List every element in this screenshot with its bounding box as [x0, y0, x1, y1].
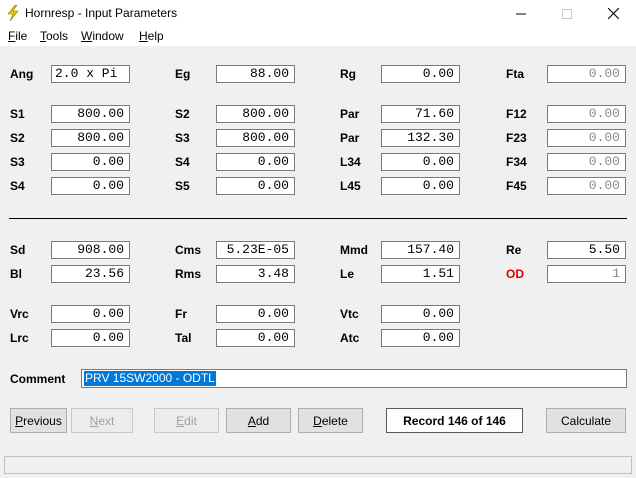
menu-bar: File Tools Window Help [0, 27, 636, 47]
rg-label: Rg [340, 67, 356, 81]
ang-label: Ang [10, 67, 34, 81]
f45-field[interactable]: 0.00 [547, 177, 626, 195]
lightning-icon [7, 5, 19, 21]
tal-field[interactable]: 0.00 [216, 329, 295, 347]
eg-label: Eg [175, 67, 191, 81]
tal-label: Tal [175, 331, 192, 345]
rms-field[interactable]: 3.48 [216, 265, 295, 283]
le-field[interactable]: 1.51 [381, 265, 460, 283]
menu-help[interactable]: Help [139, 29, 164, 43]
minimize-icon [516, 13, 526, 14]
delete-button[interactable]: Delete [298, 408, 363, 433]
s3-field[interactable]: 800.00 [216, 129, 295, 147]
re-field[interactable]: 5.50 [547, 241, 626, 259]
f12-field[interactable]: 0.00 [547, 105, 626, 123]
l45-field[interactable]: 0.00 [381, 177, 460, 195]
s2-field[interactable]: 800.00 [216, 105, 295, 123]
mmd-label: Mmd [340, 243, 368, 257]
s3-label: S3 [175, 131, 190, 145]
par1-label: Par [340, 107, 360, 121]
par1-field[interactable]: 71.60 [381, 105, 460, 123]
s4-field[interactable]: 0.00 [216, 153, 295, 171]
ang-field[interactable]: 2.0 x Pi [51, 65, 130, 83]
cms-label: Cms [175, 243, 202, 257]
s5-field[interactable]: 0.00 [216, 177, 295, 195]
fta-label: Fta [506, 67, 524, 81]
record-indicator: Record 146 of 146 [386, 408, 523, 433]
close-button[interactable] [590, 0, 636, 27]
comment-label: Comment [10, 372, 66, 386]
s4-label: S4 [175, 155, 190, 169]
bl-label: Bl [10, 267, 22, 281]
vtc-field[interactable]: 0.00 [381, 305, 460, 323]
eg-field[interactable]: 88.00 [216, 65, 295, 83]
maximize-button[interactable] [544, 0, 590, 27]
fr-label: Fr [175, 307, 187, 321]
close-icon [607, 8, 619, 19]
s2b-field[interactable]: 800.00 [51, 129, 130, 147]
l34-label: L34 [340, 155, 361, 169]
f34-field[interactable]: 0.00 [547, 153, 626, 171]
f45-label: F45 [506, 179, 527, 193]
maximize-icon [562, 8, 572, 19]
vrc-label: Vrc [10, 307, 29, 321]
atc-field[interactable]: 0.00 [381, 329, 460, 347]
od-label: OD [506, 267, 524, 281]
add-button[interactable]: Add [226, 408, 291, 433]
comment-selected-text: PRV 15SW2000 - ODTL [84, 371, 216, 386]
le-label: Le [340, 267, 355, 281]
minimize-button[interactable] [498, 0, 544, 27]
menu-window[interactable]: Window [81, 29, 124, 43]
re-label: Re [506, 243, 522, 257]
s2b-label: S2 [10, 131, 25, 145]
cms-field[interactable]: 5.23E-05 [216, 241, 295, 259]
s1-field[interactable]: 800.00 [51, 105, 130, 123]
sd-label: Sd [10, 243, 26, 257]
menu-file[interactable]: File [8, 29, 27, 43]
edit-button[interactable]: Edit [154, 408, 219, 433]
s3b-label: S3 [10, 155, 25, 169]
lrc-label: Lrc [10, 331, 29, 345]
f34-label: F34 [506, 155, 527, 169]
l34-field[interactable]: 0.00 [381, 153, 460, 171]
menu-tools[interactable]: Tools [40, 29, 68, 43]
s4b-label: S4 [10, 179, 25, 193]
next-button[interactable]: Next [71, 408, 133, 433]
atc-label: Atc [340, 331, 360, 345]
par2-field[interactable]: 132.30 [381, 129, 460, 147]
s3b-field[interactable]: 0.00 [51, 153, 130, 171]
f23-label: F23 [506, 131, 527, 145]
section-divider [9, 218, 627, 219]
f23-field[interactable]: 0.00 [547, 129, 626, 147]
f12-label: F12 [506, 107, 527, 121]
calculate-button[interactable]: Calculate [546, 408, 626, 433]
previous-button[interactable]: Previous [10, 408, 67, 433]
rg-field[interactable]: 0.00 [381, 65, 460, 83]
od-field[interactable]: 1 [547, 265, 626, 283]
comment-field[interactable]: PRV 15SW2000 - ODTL [81, 369, 627, 388]
vtc-label: Vtc [340, 307, 359, 321]
fr-field[interactable]: 0.00 [216, 305, 295, 323]
s1-label: S1 [10, 107, 25, 121]
sd-field[interactable]: 908.00 [51, 241, 130, 259]
lrc-field[interactable]: 0.00 [51, 329, 130, 347]
fta-field[interactable]: 0.00 [547, 65, 626, 83]
l45-label: L45 [340, 179, 361, 193]
bl-field[interactable]: 23.56 [51, 265, 130, 283]
mmd-field[interactable]: 157.40 [381, 241, 460, 259]
title-bar: Hornresp - Input Parameters [0, 0, 636, 27]
rms-label: Rms [175, 267, 202, 281]
s4b-field[interactable]: 0.00 [51, 177, 130, 195]
vrc-field[interactable]: 0.00 [51, 305, 130, 323]
window-title: Hornresp - Input Parameters [25, 6, 178, 20]
s2-label: S2 [175, 107, 190, 121]
s5-label: S5 [175, 179, 190, 193]
status-bar [4, 456, 632, 474]
par2-label: Par [340, 131, 360, 145]
